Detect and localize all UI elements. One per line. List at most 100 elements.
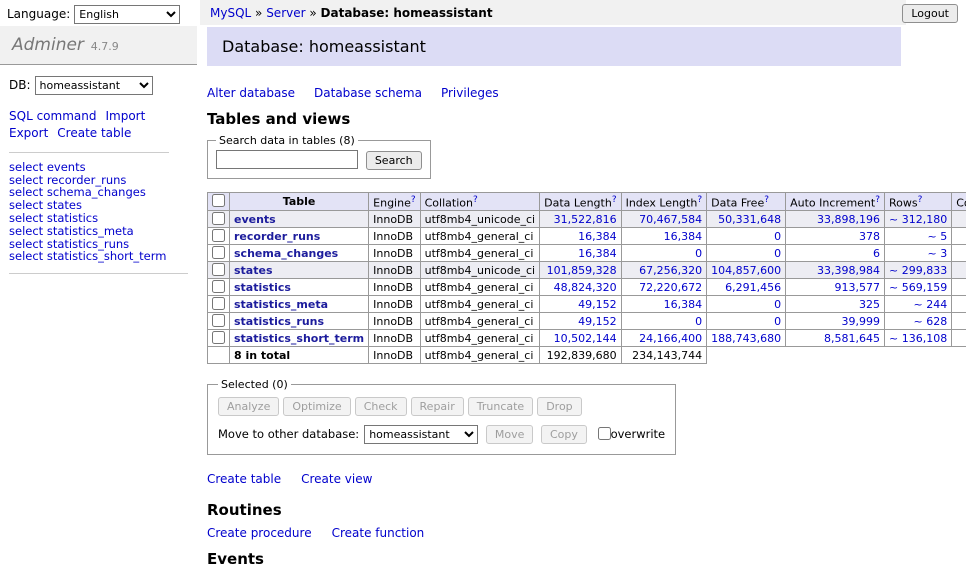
collation-cell: utf8mb4_unicode_ci xyxy=(420,262,539,279)
move-row: Move to other database:homeassistant Mov… xyxy=(218,425,665,444)
data-free-link[interactable]: 0 xyxy=(774,247,781,260)
data-length-link[interactable]: 49,152 xyxy=(578,298,617,311)
db-select[interactable]: homeassistant xyxy=(35,76,153,95)
create-procedure-link[interactable]: Create procedure xyxy=(207,526,312,540)
move-db-select[interactable]: homeassistant xyxy=(364,425,478,444)
optimize-button[interactable]: Optimize xyxy=(283,397,350,416)
index-length-link[interactable]: 70,467,584 xyxy=(639,213,702,226)
data-free-link[interactable]: 0 xyxy=(774,230,781,243)
index-length-link[interactable]: 16,384 xyxy=(664,230,703,243)
data-free-link[interactable]: 0 xyxy=(774,315,781,328)
auto-increment-link[interactable]: 8,581,645 xyxy=(824,332,880,345)
row-checkbox-events[interactable] xyxy=(212,212,225,225)
create-function-link[interactable]: Create function xyxy=(332,526,425,540)
alter-database-link[interactable]: Alter database xyxy=(207,86,295,100)
row-checkbox-statistics-runs[interactable] xyxy=(212,314,225,327)
import-link[interactable]: Import xyxy=(105,109,145,123)
auto-increment-link[interactable]: 913,577 xyxy=(835,281,881,294)
table-link-events[interactable]: events xyxy=(234,213,276,226)
index-length-link[interactable]: 0 xyxy=(695,247,702,260)
server-breadcrumb-link[interactable]: Server xyxy=(266,6,305,20)
table-link-states[interactable]: states xyxy=(234,264,273,277)
mysql-breadcrumb-link[interactable]: MySQL xyxy=(210,6,251,20)
help-icon[interactable]: ? xyxy=(612,195,617,205)
index-length-link[interactable]: 16,384 xyxy=(664,298,703,311)
row-checkbox-states[interactable] xyxy=(212,263,225,276)
data-free-link[interactable]: 0 xyxy=(774,298,781,311)
auto-increment-link[interactable]: 6 xyxy=(873,247,880,260)
create-table-link[interactable]: Create table xyxy=(207,472,281,486)
data-length-link[interactable]: 48,824,320 xyxy=(554,281,617,294)
repair-button[interactable]: Repair xyxy=(411,397,464,416)
rows-link[interactable]: ~ 312,180 xyxy=(889,213,947,226)
search-button[interactable]: Search xyxy=(366,151,422,170)
table-link-statistics[interactable]: statistics xyxy=(234,281,291,294)
truncate-button[interactable]: Truncate xyxy=(468,397,533,416)
create-table-link[interactable]: Create table xyxy=(57,126,131,140)
row-checkbox-statistics-short-term[interactable] xyxy=(212,331,225,344)
table-link-schema-changes[interactable]: schema_changes xyxy=(234,247,338,260)
sidebar-select-statistics[interactable]: select statistics xyxy=(9,212,188,225)
select-all-checkbox[interactable] xyxy=(212,194,225,207)
help-icon[interactable]: ? xyxy=(764,195,769,205)
overwrite-option[interactable]: overwrite xyxy=(598,427,666,441)
data-free-link[interactable]: 104,857,600 xyxy=(711,264,781,277)
data-length-link[interactable]: 16,384 xyxy=(578,230,617,243)
rows-link[interactable]: ~ 569,159 xyxy=(889,281,947,294)
help-icon[interactable]: ? xyxy=(918,195,923,205)
logout-button[interactable]: Logout xyxy=(902,4,958,23)
drop-button[interactable]: Drop xyxy=(537,397,581,416)
sidebar-select-statistics-meta[interactable]: select statistics_meta xyxy=(9,225,188,238)
create-view-link[interactable]: Create view xyxy=(301,472,372,486)
export-link[interactable]: Export xyxy=(9,126,48,140)
help-icon[interactable]: ? xyxy=(875,195,880,205)
table-link-statistics-short-term[interactable]: statistics_short_term xyxy=(234,332,364,345)
help-icon[interactable]: ? xyxy=(411,195,416,205)
data-length-link[interactable]: 10,502,144 xyxy=(554,332,617,345)
index-length-link[interactable]: 67,256,320 xyxy=(639,264,702,277)
row-checkbox-recorder-runs[interactable] xyxy=(212,229,225,242)
data-length-link[interactable]: 101,859,328 xyxy=(547,264,617,277)
help-icon[interactable]: ? xyxy=(473,195,478,205)
rows-link[interactable]: ~ 136,108 xyxy=(889,332,947,345)
rows-link[interactable]: ~ 628 xyxy=(913,315,947,328)
auto-increment-link[interactable]: 39,999 xyxy=(842,315,881,328)
data-free-link[interactable]: 6,291,456 xyxy=(725,281,781,294)
help-icon[interactable]: ? xyxy=(697,195,702,205)
table-link-recorder-runs[interactable]: recorder_runs xyxy=(234,230,320,243)
sidebar-select-events[interactable]: select events xyxy=(9,161,188,174)
rows-link[interactable]: ~ 3 xyxy=(927,247,947,260)
data-free-link[interactable]: 50,331,648 xyxy=(718,213,781,226)
check-button[interactable]: Check xyxy=(355,397,407,416)
overwrite-checkbox[interactable] xyxy=(598,427,611,440)
collation-cell: utf8mb4_general_ci xyxy=(420,245,539,262)
row-checkbox-statistics[interactable] xyxy=(212,280,225,293)
auto-increment-link[interactable]: 33,898,196 xyxy=(817,213,880,226)
data-length-link[interactable]: 31,522,816 xyxy=(554,213,617,226)
move-button[interactable]: Move xyxy=(486,425,534,444)
search-input[interactable] xyxy=(216,150,358,169)
row-checkbox-statistics-meta[interactable] xyxy=(212,297,225,310)
index-length-link[interactable]: 72,220,672 xyxy=(639,281,702,294)
table-link-statistics-runs[interactable]: statistics_runs xyxy=(234,315,324,328)
copy-button[interactable]: Copy xyxy=(541,425,587,444)
index-length-link[interactable]: 0 xyxy=(695,315,702,328)
data-length-link[interactable]: 49,152 xyxy=(578,315,617,328)
rows-link[interactable]: ~ 299,833 xyxy=(889,264,947,277)
sidebar-select-statistics-short-term[interactable]: select statistics_short_term xyxy=(9,250,188,263)
language-select[interactable]: English xyxy=(74,5,180,24)
privileges-link[interactable]: Privileges xyxy=(441,86,499,100)
sql-command-link[interactable]: SQL command xyxy=(9,109,96,123)
rows-link[interactable]: ~ 5 xyxy=(927,230,947,243)
row-checkbox-schema-changes[interactable] xyxy=(212,246,225,259)
data-length-link[interactable]: 16,384 xyxy=(578,247,617,260)
rows-link[interactable]: ~ 244 xyxy=(913,298,947,311)
data-free-link[interactable]: 188,743,680 xyxy=(711,332,781,345)
auto-increment-link[interactable]: 378 xyxy=(859,230,880,243)
table-link-statistics-meta[interactable]: statistics_meta xyxy=(234,298,328,311)
database-schema-link[interactable]: Database schema xyxy=(314,86,422,100)
auto-increment-link[interactable]: 325 xyxy=(859,298,880,311)
index-length-link[interactable]: 24,166,400 xyxy=(639,332,702,345)
analyze-button[interactable]: Analyze xyxy=(218,397,279,416)
auto-increment-link[interactable]: 33,398,984 xyxy=(817,264,880,277)
